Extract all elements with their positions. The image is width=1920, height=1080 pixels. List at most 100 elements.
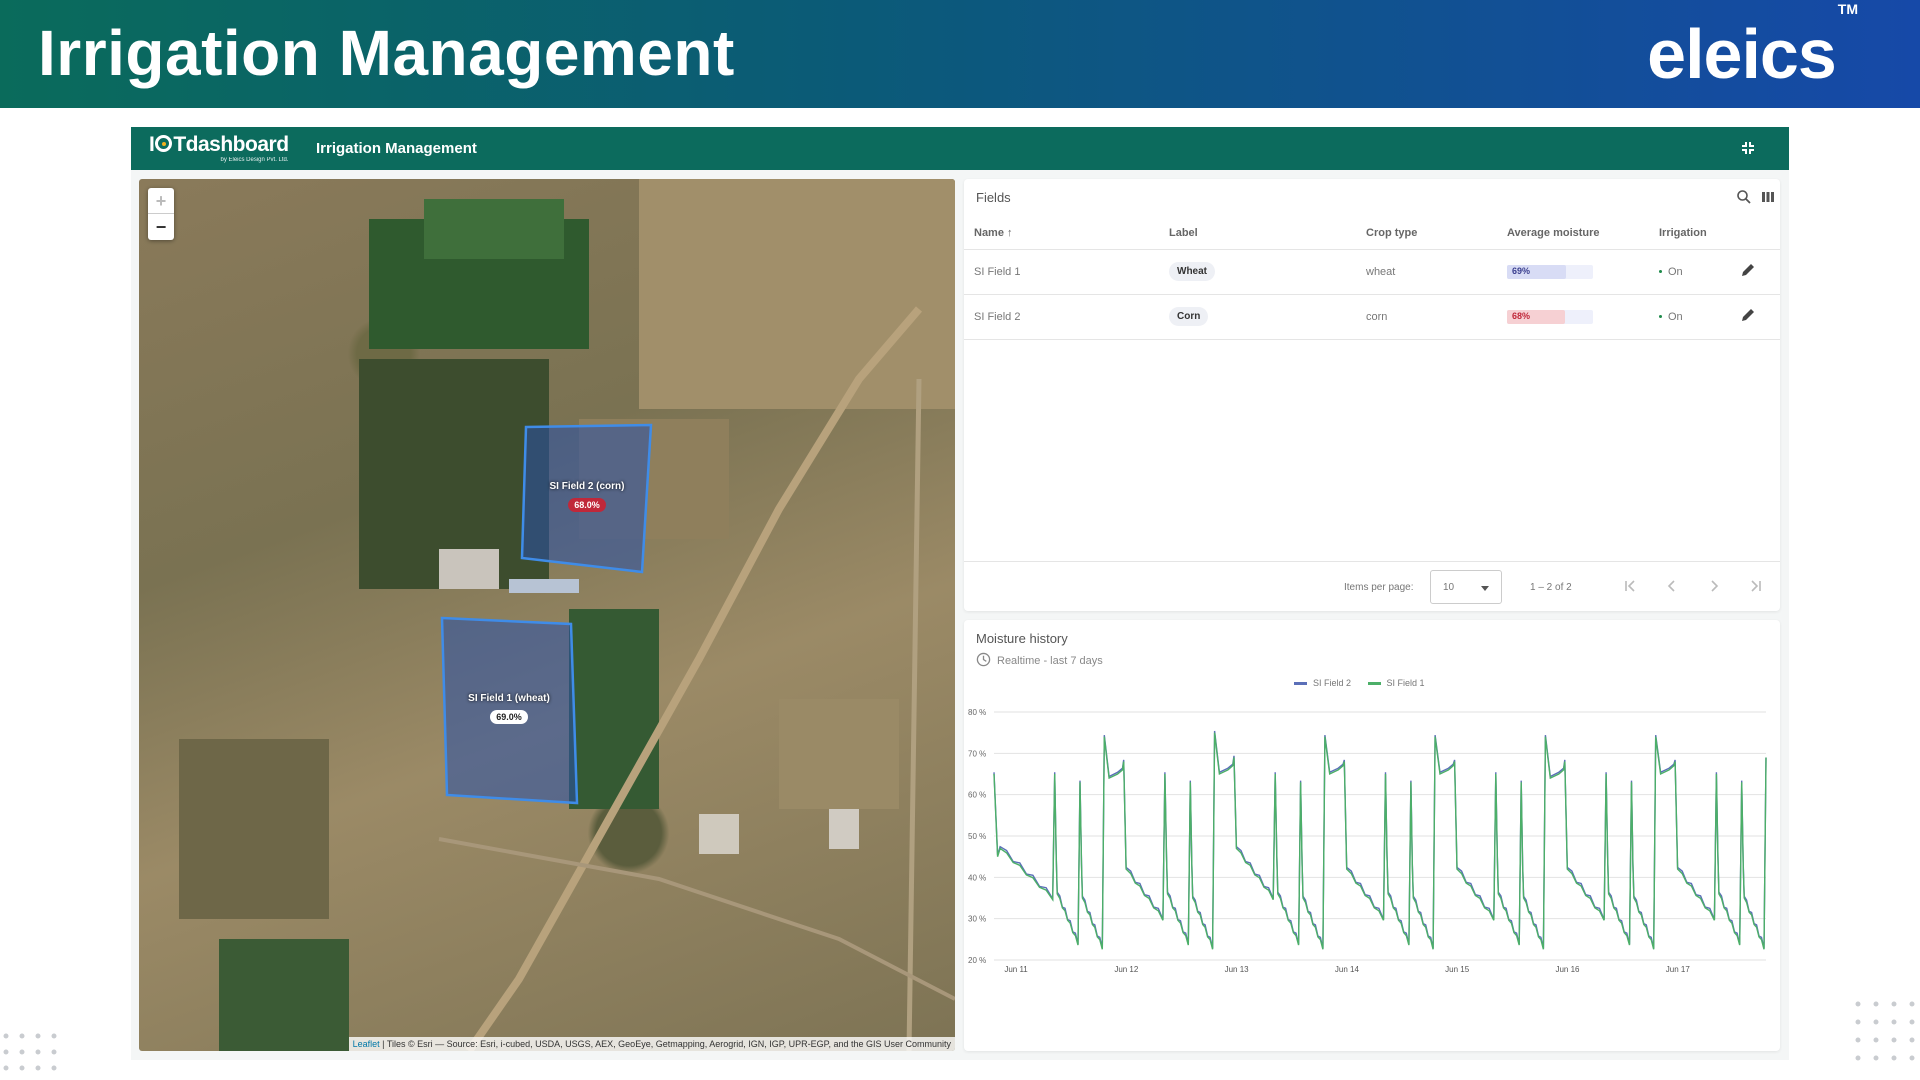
edit-icon[interactable] [1740, 307, 1756, 323]
irrigation-status: On [1668, 310, 1683, 323]
dashboard-app: I Tdashboard by Eleics Design Pvt. Ltd. I… [131, 127, 1789, 1060]
y-tick-label: 60 % [968, 791, 986, 800]
road [438, 837, 955, 1001]
brand-logo: eleicsTM [1647, 1, 1858, 94]
field-name-cell: SI Field 1 [964, 249, 1159, 295]
paginator: Items per page: 10 1 – 2 of 2 [964, 561, 1780, 611]
map-attribution: Leaflet | Tiles © Esri — Source: Esri, i… [348, 1037, 955, 1051]
items-per-page-select[interactable]: 10 [1430, 570, 1502, 604]
y-tick-label: 70 % [968, 749, 986, 758]
decorative-dots [1855, 1001, 1915, 1061]
field-name-cell: SI Field 2 [964, 294, 1159, 340]
moisture-value: 68% [1512, 310, 1531, 321]
items-per-page-label: Items per page: [1344, 582, 1414, 593]
y-tick-label: 80 % [968, 708, 986, 717]
crop-patch [219, 939, 349, 1051]
slide-banner: Irrigation Management eleicsTM [0, 0, 1920, 108]
status-dot-icon [1659, 270, 1662, 274]
moisture-pill: 69.0% [490, 710, 528, 724]
x-tick-label: Jun 11 [1004, 965, 1028, 974]
field-name: SI Field 2 (corn) [549, 481, 625, 492]
label-chip: Wheat [1169, 262, 1215, 281]
y-tick-label: 30 % [968, 915, 986, 924]
y-tick-label: 50 % [968, 832, 986, 841]
decorative-dots [3, 1033, 57, 1071]
app-toolbar: I Tdashboard by Eleics Design Pvt. Ltd. I… [131, 127, 1789, 170]
fields-card: Fields Name ↑ Label Crop type Average mo… [964, 179, 1780, 611]
column-header-crop-type[interactable]: Crop type [1356, 217, 1497, 250]
field-label-si-field-2: SI Field 2 (corn) 68.0% [539, 481, 635, 512]
zoom-in-button[interactable]: + [148, 188, 174, 214]
crop-type-cell: wheat [1356, 249, 1497, 295]
first-page-icon[interactable] [1622, 578, 1638, 594]
table-row[interactable]: SI Field 2 Corn corn 68% On [964, 294, 1780, 340]
x-tick-label: Jun 17 [1666, 965, 1691, 974]
column-header-label[interactable]: Label [1159, 217, 1356, 250]
last-page-icon[interactable] [1748, 578, 1764, 594]
column-header-average-moisture[interactable]: Average moisture [1497, 217, 1649, 250]
x-tick-label: Jun 13 [1225, 965, 1250, 974]
column-header-irrigation[interactable]: Irrigation [1649, 217, 1730, 250]
y-tick-label: 20 % [968, 956, 986, 965]
crop-patch [424, 199, 564, 259]
banner-title: Irrigation Management [38, 17, 735, 89]
series-line-si-field-1 [993, 732, 1767, 950]
fields-table: Name ↑ Label Crop type Average moisture … [964, 217, 1780, 340]
label-chip: Corn [1169, 307, 1209, 326]
crop-patch [569, 609, 659, 809]
x-tick-label: Jun 15 [1445, 965, 1470, 974]
previous-page-icon[interactable] [1664, 578, 1680, 594]
logo-text: Tdashboard [173, 133, 289, 156]
logo-letter-i: I [149, 133, 155, 156]
column-header-name[interactable]: Name ↑ [964, 217, 1159, 250]
items-per-page-value: 10 [1443, 582, 1455, 593]
moisture-pill: 68.0% [568, 498, 606, 512]
x-tick-label: Jun 14 [1335, 965, 1360, 974]
y-tick-label: 40 % [968, 873, 986, 882]
attribution-text: | Tiles © Esri — Source: Esri, i-cubed, … [379, 1039, 951, 1049]
moisture-history-card: Moisture history Realtime - last 7 days … [964, 620, 1780, 1051]
field-name: SI Field 1 (wheat) [468, 693, 550, 704]
iotdashboard-logo[interactable]: I Tdashboard by Eleics Design Pvt. Ltd. [149, 133, 289, 164]
table-row[interactable]: SI Field 1 Wheat wheat 69% On [964, 249, 1780, 295]
building [439, 549, 499, 589]
columns-icon[interactable] [1760, 189, 1776, 205]
dropdown-arrow-icon [1481, 586, 1489, 591]
table-header-row: Name ↑ Label Crop type Average moisture … [964, 217, 1780, 250]
exit-fullscreen-icon[interactable] [1739, 139, 1757, 157]
bare-field [179, 739, 329, 919]
zoom-control: + − [148, 188, 174, 240]
field-label-si-field-1: SI Field 1 (wheat) 69.0% [459, 693, 559, 724]
column-header-actions [1730, 217, 1780, 250]
road [906, 378, 922, 1051]
leaflet-link[interactable]: Leaflet [353, 1039, 380, 1049]
trademark-mark: TM [1837, 0, 1858, 17]
crop-type-cell: corn [1356, 294, 1497, 340]
moisture-line-chart[interactable]: 80 % 70 % 60 % 50 % 40 % 30 % 20 % Jun 11 Jun 12… [964, 620, 1780, 1051]
brand-name: eleics [1647, 15, 1837, 93]
bare-field [639, 179, 955, 409]
zoom-out-button[interactable]: − [148, 214, 174, 240]
building [509, 579, 579, 593]
building [829, 809, 859, 849]
irrigation-status: On [1668, 265, 1683, 278]
satellite-map[interactable]: SI Field 2 (corn) 68.0% SI Field 1 (whea… [139, 179, 955, 1051]
map-imagery [179, 179, 955, 1051]
search-icon[interactable] [1736, 189, 1752, 205]
series-line-si-field-2 [993, 730, 1767, 949]
logo-o-icon [155, 135, 173, 152]
fields-title: Fields [976, 190, 1011, 205]
bare-field [779, 699, 899, 809]
moisture-value: 69% [1512, 265, 1531, 276]
moisture-bar: 68% [1507, 309, 1593, 324]
dashboard-title: Irrigation Management [316, 140, 477, 157]
building [699, 814, 739, 854]
moisture-bar: 69% [1507, 264, 1593, 279]
x-tick-label: Jun 12 [1114, 965, 1139, 974]
page-range: 1 – 2 of 2 [1530, 582, 1572, 593]
edit-icon[interactable] [1740, 262, 1756, 278]
x-tick-label: Jun 16 [1555, 965, 1580, 974]
logo-subtitle: by Eleics Design Pvt. Ltd. [220, 157, 289, 163]
next-page-icon[interactable] [1706, 578, 1722, 594]
status-dot-icon [1659, 315, 1662, 319]
